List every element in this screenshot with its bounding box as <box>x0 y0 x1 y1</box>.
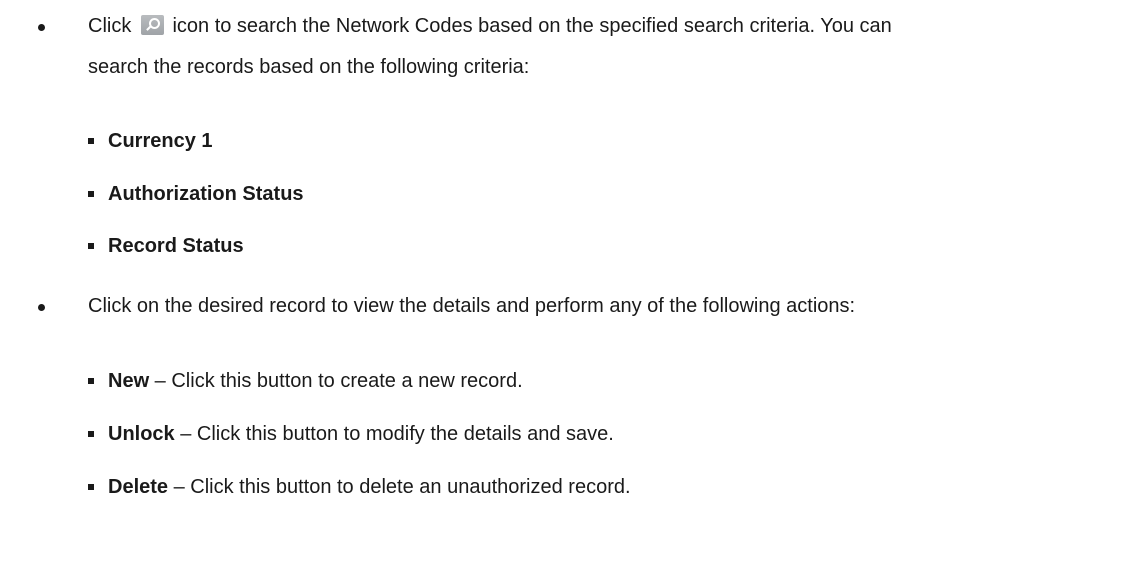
document-page: Click icon to search the Network Codes b… <box>0 0 1135 561</box>
sub-item-label: Unlock <box>108 423 175 445</box>
bullet-disc <box>38 24 45 31</box>
sub-item-label: Currency 1 <box>108 130 213 152</box>
sub-item-label: Authorization Status <box>108 183 304 205</box>
bullet-line: Click on the desired record to view the … <box>88 295 856 317</box>
bullet-square <box>88 191 94 197</box>
bullet-text-before-icon: Click <box>88 15 137 37</box>
bullet-square <box>88 243 94 249</box>
search-icon <box>140 15 164 35</box>
bullet-square <box>88 484 94 490</box>
bullet-disc <box>38 304 45 311</box>
sub-item-label: Delete <box>108 476 169 498</box>
bullet-line-continued: search the records based on the followin… <box>88 56 530 78</box>
sub-item-text: – Click this button to modify the detail… <box>174 423 614 445</box>
sub-item-text: – Click this button to create a new reco… <box>149 370 523 392</box>
bullet-square <box>88 431 94 437</box>
bullet-text-after-icon: icon to search the Network Codes based o… <box>166 15 892 37</box>
bullet-line: Click icon to search the Network Codes b… <box>88 14 892 38</box>
sub-item-label: New <box>108 370 150 392</box>
sub-item-label: Record Status <box>108 235 244 257</box>
bullet-square <box>88 138 94 144</box>
bullet-square <box>88 378 94 384</box>
sub-item-text: – Click this button to delete an unautho… <box>168 476 631 498</box>
